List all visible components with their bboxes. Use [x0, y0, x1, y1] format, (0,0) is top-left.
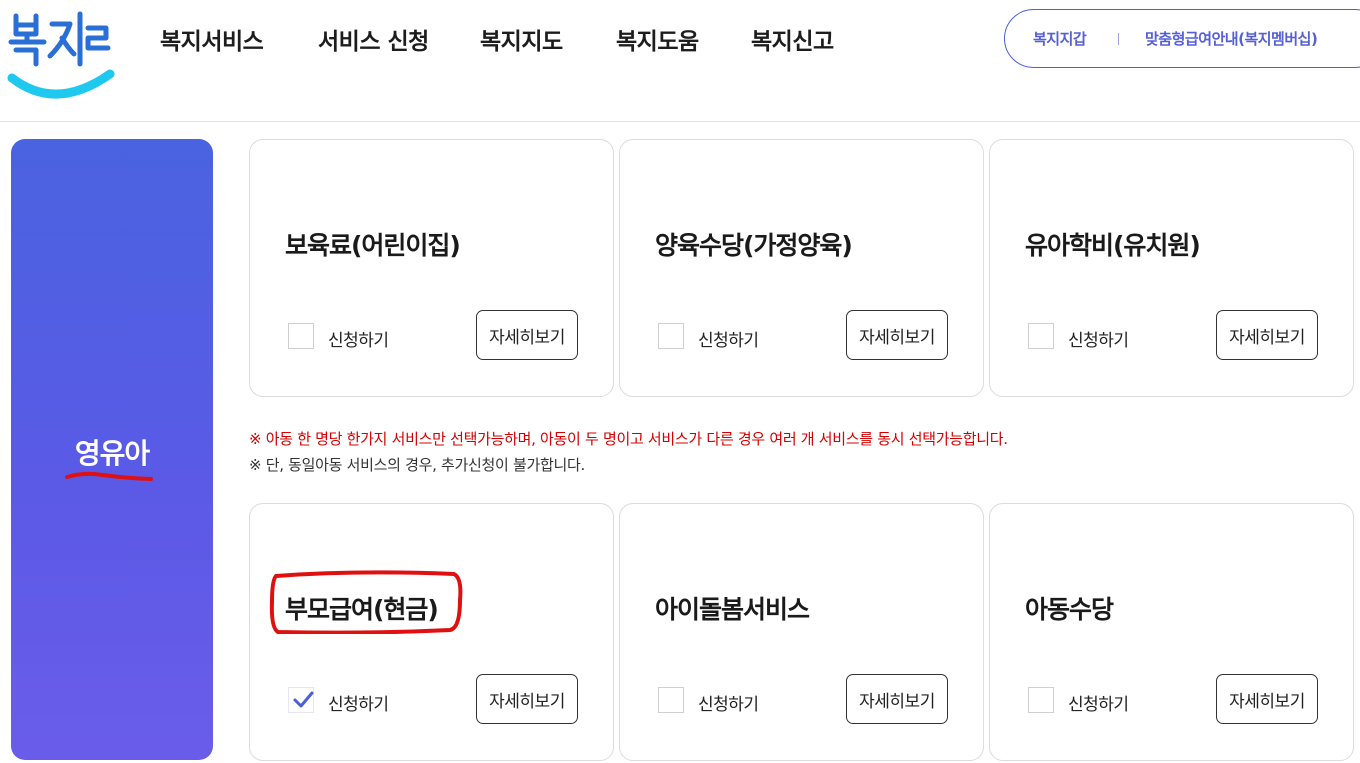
logo-graphic: [7, 11, 115, 99]
card-title: 보육료(어린이집): [285, 231, 461, 260]
apply-checkbox[interactable]: [658, 687, 684, 713]
detail-button[interactable]: 자세히보기: [476, 310, 578, 360]
card-title: 아이돌봄서비스: [655, 595, 810, 624]
service-card-kindergarten-fee: 유아학비(유치원) 신청하기 자세히보기: [989, 139, 1354, 397]
apply-checkbox-checked[interactable]: [288, 687, 314, 713]
service-card-parent-benefit: 부모급여(현금) 신청하기 자세히보기: [249, 503, 614, 761]
membership-link[interactable]: 맞춤형급여안내(복지멤버십): [1145, 28, 1318, 49]
nav-item-welfare-report[interactable]: 복지신고: [751, 22, 834, 56]
detail-button[interactable]: 자세히보기: [1216, 310, 1318, 360]
site-header: 복지서비스 서비스 신청 복지지도 복지도움 복지신고 복지지갑 맞춤형급여안내…: [0, 0, 1360, 122]
utility-divider: [1118, 33, 1119, 45]
card-title: 양육수당(가정양육): [655, 231, 853, 260]
detail-button[interactable]: 자세히보기: [846, 674, 948, 724]
apply-label: 신청하기: [328, 331, 389, 351]
card-title: 유아학비(유치원): [1025, 231, 1201, 260]
apply-checkbox[interactable]: [1028, 323, 1054, 349]
apply-label: 신청하기: [1068, 695, 1129, 715]
apply-label: 신청하기: [1068, 331, 1129, 351]
apply-label: 신청하기: [328, 695, 389, 715]
red-underline-annotation: [65, 471, 153, 481]
apply-checkbox[interactable]: [288, 323, 314, 349]
detail-button[interactable]: 자세히보기: [1216, 674, 1318, 724]
bokjiro-logo[interactable]: [6, 4, 116, 104]
detail-button[interactable]: 자세히보기: [476, 674, 578, 724]
apply-label: 신청하기: [698, 695, 759, 715]
card-title: 부모급여(현금): [285, 595, 439, 624]
utility-links: 복지지갑 맞춤형급여안내(복지멤버십): [1004, 9, 1360, 68]
nav-item-welfare-help[interactable]: 복지도움: [616, 22, 699, 56]
service-card-child-allowance: 아동수당 신청하기 자세히보기: [989, 503, 1354, 761]
category-panel[interactable]: 영유아: [11, 139, 213, 760]
apply-label: 신청하기: [698, 331, 759, 351]
category-label: 영유아: [74, 437, 150, 470]
checkmark-icon: [293, 691, 314, 708]
nav-item-welfare-map[interactable]: 복지지도: [480, 22, 563, 56]
nav-item-service-apply[interactable]: 서비스 신청: [318, 22, 429, 56]
card-title: 아동수당: [1025, 595, 1114, 624]
apply-checkbox[interactable]: [658, 323, 684, 349]
nav-item-welfare-service[interactable]: 복지서비스: [160, 22, 264, 56]
notice-duplicate: ※ 단, 동일아동 서비스의 경우, 추가신청이 불가합니다.: [249, 456, 585, 474]
apply-checkbox[interactable]: [1028, 687, 1054, 713]
detail-button[interactable]: 자세히보기: [846, 310, 948, 360]
notice-multi-service: ※ 아동 한 명당 한가지 서비스만 선택가능하며, 아동이 두 명이고 서비스…: [249, 430, 1008, 448]
service-card-childcare-service: 아이돌봄서비스 신청하기 자세히보기: [619, 503, 984, 761]
service-card-parenting-allowance: 양육수당(가정양육) 신청하기 자세히보기: [619, 139, 984, 397]
welfare-wallet-link[interactable]: 복지지갑: [1033, 28, 1087, 49]
service-card-childcare-fee: 보육료(어린이집) 신청하기 자세히보기: [249, 139, 614, 397]
